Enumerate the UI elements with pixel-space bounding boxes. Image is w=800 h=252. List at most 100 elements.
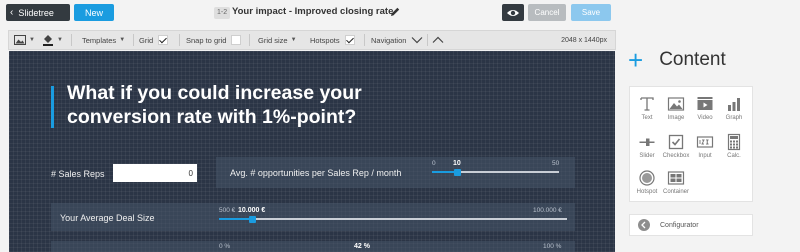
templates-label: Templates [82, 35, 117, 45]
tool-hotspot[interactable]: Hotspot [633, 165, 661, 203]
slide-headline[interactable]: What if you could increase your conversi… [67, 81, 427, 129]
navigation-label: Navigation [371, 35, 407, 45]
tool-hotspot-label: Hotspot [636, 189, 658, 195]
rate-max: 100 % [543, 243, 562, 250]
rate-value: 42 % [354, 243, 370, 250]
caret-down-icon: ▼ [119, 37, 126, 43]
configurator-label: Configurator [660, 221, 699, 229]
toolbar-divider [133, 34, 134, 46]
content-panel-title: Content [659, 49, 726, 70]
tool-checkbox-label: Checkbox [662, 153, 690, 159]
tool-image-label: Image [667, 115, 685, 121]
tool-container[interactable]: Container [662, 165, 690, 203]
toolbar-divider [249, 34, 250, 46]
tool-graph[interactable]: Graph [720, 91, 748, 129]
content-palette: Text Image Video Graph Slider Checkbox I… [629, 86, 753, 202]
plus-icon[interactable]: + [628, 47, 643, 73]
deal-size-slider-track[interactable] [219, 218, 567, 220]
calculator-icon [727, 133, 741, 151]
chevron-left-icon: ‹ [10, 6, 14, 18]
image-icon [14, 35, 26, 45]
toolbar-divider [179, 34, 180, 46]
graph-icon [728, 98, 740, 111]
deal-size-value: 10.000 € [238, 207, 266, 214]
save-button[interactable]: Save [571, 4, 611, 21]
opportunities-max: 50 [552, 160, 560, 167]
navigation-control[interactable]: Navigation [371, 31, 444, 49]
chevron-up-icon[interactable] [432, 36, 444, 44]
tool-image[interactable]: Image [662, 91, 690, 129]
tool-slider[interactable]: Slider [633, 129, 661, 167]
grid-label: Grid [139, 35, 154, 45]
fill-color-dropdown[interactable]: ▼ [42, 31, 63, 49]
eye-icon [507, 9, 519, 16]
background-image-dropdown[interactable]: ▼ [14, 31, 35, 49]
pencil-icon[interactable] [388, 5, 402, 19]
grid-size-label: Grid size [258, 35, 288, 45]
tool-text-label: Text [641, 115, 653, 121]
hotspots-toggle[interactable]: Hotspots [310, 31, 355, 49]
deal-size-panel: Your Average Deal Size 500 € 10.000 € 10… [51, 203, 575, 231]
tool-checkbox[interactable]: Checkbox [662, 129, 690, 167]
slidetree-button[interactable]: ‹ Slidetree [6, 4, 70, 21]
image-icon [667, 97, 685, 111]
toolbar-divider [364, 34, 365, 46]
toolbar-divider [427, 34, 429, 46]
grid-checkbox[interactable] [158, 35, 169, 45]
tool-slider-label: Slider [639, 153, 655, 159]
tool-calculator-label: Calc. [727, 153, 741, 159]
hotspots-label: Hotspots [310, 35, 340, 45]
sales-reps-input[interactable]: 0 [113, 164, 197, 182]
tool-container-label: Container [662, 189, 689, 195]
opportunities-label: Avg. # opportunities per Sales Rep / mon… [230, 168, 402, 178]
caret-down-icon: ▼ [290, 37, 297, 43]
deal-size-slider-handle[interactable] [248, 215, 256, 223]
grid-size-dropdown[interactable]: Grid size ▼ [258, 31, 297, 49]
deal-size-label: Your Average Deal Size [60, 213, 155, 223]
editor-toolbar: ▼ ▼ Templates ▼ Grid Snap to grid Grid s… [8, 30, 616, 50]
hotspot-icon [639, 170, 655, 186]
tool-video-label: Video [697, 115, 713, 121]
slide-canvas[interactable]: What if you could increase your conversi… [9, 51, 615, 252]
tool-input-label: Input [698, 153, 712, 159]
opportunities-panel: Avg. # opportunities per Sales Rep / mon… [216, 157, 575, 188]
resolution-readout: 2048 x 1440px [561, 36, 607, 44]
deal-size-slider-fill [219, 218, 253, 220]
opportunities-value: 10 [453, 160, 461, 167]
opportunities-min: 0 [432, 160, 436, 167]
chevron-down-icon[interactable] [411, 36, 423, 44]
configurator-button[interactable]: Configurator [629, 214, 753, 236]
new-button[interactable]: New [74, 4, 114, 21]
snap-toggle[interactable]: Snap to grid [186, 31, 242, 49]
tool-video[interactable]: Video [691, 91, 719, 129]
sales-reps-label: # Sales Reps [51, 169, 105, 179]
slide-title: Your impact - Improved closing rate [232, 6, 394, 17]
hotspots-checkbox[interactable] [344, 35, 355, 45]
headline-accent-bar [51, 86, 54, 128]
video-icon [697, 97, 713, 110]
deal-size-max: 100.000 € [533, 207, 562, 214]
tool-input[interactable]: Input [691, 129, 719, 167]
preview-button[interactable] [502, 4, 524, 21]
templates-dropdown[interactable]: Templates ▼ [82, 31, 125, 49]
container-icon [667, 171, 685, 185]
opportunities-slider-handle[interactable] [453, 168, 461, 176]
deal-size-min: 500 € [219, 207, 236, 214]
tool-calculator[interactable]: Calc. [720, 129, 748, 167]
input-icon [696, 136, 714, 148]
snap-label: Snap to grid [186, 35, 227, 45]
configurator-icon [638, 219, 650, 231]
tool-graph-label: Graph [725, 115, 743, 121]
grid-toggle[interactable]: Grid [139, 31, 169, 49]
slide-id-badge: 1-2 [214, 7, 231, 19]
snap-checkbox[interactable] [231, 35, 242, 45]
tool-text[interactable]: Text [633, 91, 661, 129]
slider-icon [639, 138, 655, 146]
slidetree-label: Slidetree [18, 7, 54, 18]
rate-min: 0 % [219, 243, 231, 250]
caret-down-icon: ▼ [57, 37, 63, 43]
cancel-button[interactable]: Cancel [528, 4, 566, 21]
top-bar: ‹ Slidetree New 1-2 Your impact - Improv… [0, 0, 800, 26]
closing-rate-panel: 0 % 42 % 100 % [51, 241, 575, 252]
checkbox-icon [668, 134, 684, 150]
